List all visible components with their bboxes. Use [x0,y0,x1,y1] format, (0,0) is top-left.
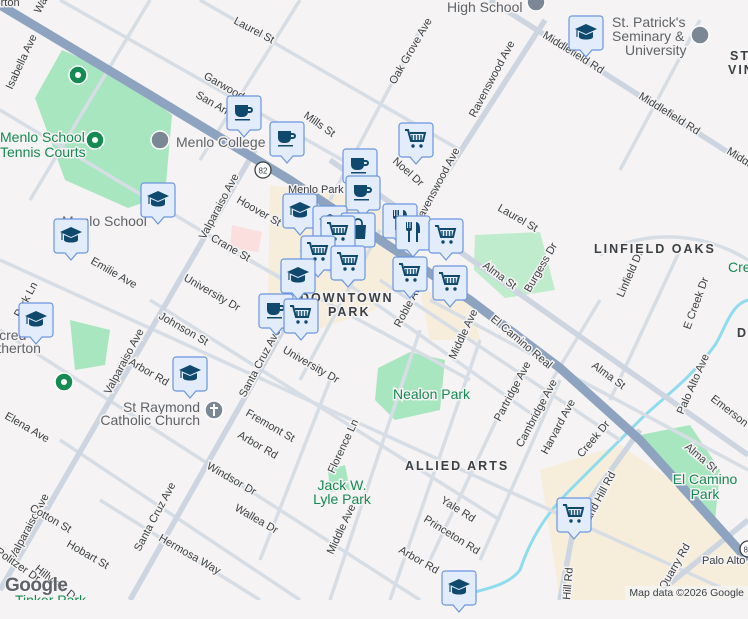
street-label: Middlefield Rd [724,145,748,192]
area-allied-arts: ALLIED ARTS [405,459,509,473]
street-label: E Creek Dr [682,275,712,331]
street-label: Hermosa Way [157,532,223,577]
poi-label: Park [691,486,721,502]
map-canvas[interactable]: 82 82 Walsh RdAthertonLaurel StGarwoodSa… [0,0,748,600]
poi-st-vincent[interactable]: ST VIN [727,48,748,79]
street-label: Atherton [0,0,20,9]
poi-jack-lyle-park[interactable]: Jack W. Lyle Park [312,476,374,509]
school-marker[interactable] [53,218,89,262]
restaurant-marker[interactable] [395,215,431,259]
street-label: Elena Ave [3,410,52,445]
school-pin-icon [690,25,710,45]
shopping-cart-marker[interactable] [432,265,468,309]
poi-label: High School [447,0,523,15]
street-label: Arbor Rd [127,356,171,388]
street-label: Mills St [301,110,337,140]
school-marker[interactable] [140,182,176,226]
street-label: Windsor Dr [205,460,259,498]
street-label: Linfield Dr [615,249,646,299]
street-label: University Dr [182,272,243,314]
sacred-heart-fields [70,320,110,370]
shopping-cart-marker[interactable] [392,256,428,300]
poi-nealon-park[interactable]: Nealon Park [392,385,473,404]
school-marker[interactable] [568,15,604,59]
street-label: Laurel St [232,15,277,46]
street-label: Laurel St [496,202,540,234]
school-pin-icon [526,0,546,12]
poi-creek-label[interactable]: Cre [727,258,748,277]
shopping-cart-marker[interactable] [330,245,366,289]
map-attribution[interactable]: Map data ©2026 Google [625,586,748,600]
street-label: Palo Alto [702,555,745,567]
street-label: Isabella Ave [4,33,40,92]
area-linfield-oaks: LINFIELD OAKS [594,242,716,256]
google-logo: Google [5,575,68,596]
area-label-d: D [737,326,748,340]
poi-label: Lyle Park [313,491,372,507]
coffee-marker[interactable] [226,95,262,139]
area-downtown: PARK [328,305,371,319]
shopping-cart-marker[interactable] [398,122,434,166]
poi-label: El Camino [673,471,738,487]
school-pin-icon [150,130,170,150]
street-label: Oak Grove Ave [387,16,435,86]
poi-label: Catholic Church [100,412,200,428]
coffee-marker[interactable] [269,121,305,165]
poi-high-school[interactable]: High School [446,0,546,17]
poi-label: ST [730,49,748,63]
street-label: Walsh Rd [32,0,65,15]
school-marker[interactable] [172,356,208,400]
street-label: Middlefield Rd [636,90,701,137]
poi-label: Menlo School [0,129,85,145]
street-label: Hobart St [65,538,111,572]
shopping-cart-marker[interactable] [283,298,319,342]
shopping-cart-marker[interactable] [556,497,592,541]
route-82-label: 82 [259,167,268,176]
poi-label: Tennis Courts [0,144,86,160]
poi-label: University [625,42,686,58]
route-82-label: 82 [744,546,748,555]
street-label: Santa Cruz Ave [237,326,283,399]
poi-st-patricks-seminary[interactable]: St. Patrick's Seminary & University [611,13,710,60]
street-label: Valparaiso Ave [7,492,52,562]
poi-label: VIN [728,63,748,77]
street-label: Emilie Ave [89,255,139,291]
school-marker[interactable] [441,570,477,614]
school-marker[interactable] [18,302,54,346]
street-label: University Dr [281,344,342,386]
poi-st-raymond-church[interactable]: St Raymond Catholic Church [99,398,224,430]
shopping-cart-marker[interactable] [428,218,464,262]
